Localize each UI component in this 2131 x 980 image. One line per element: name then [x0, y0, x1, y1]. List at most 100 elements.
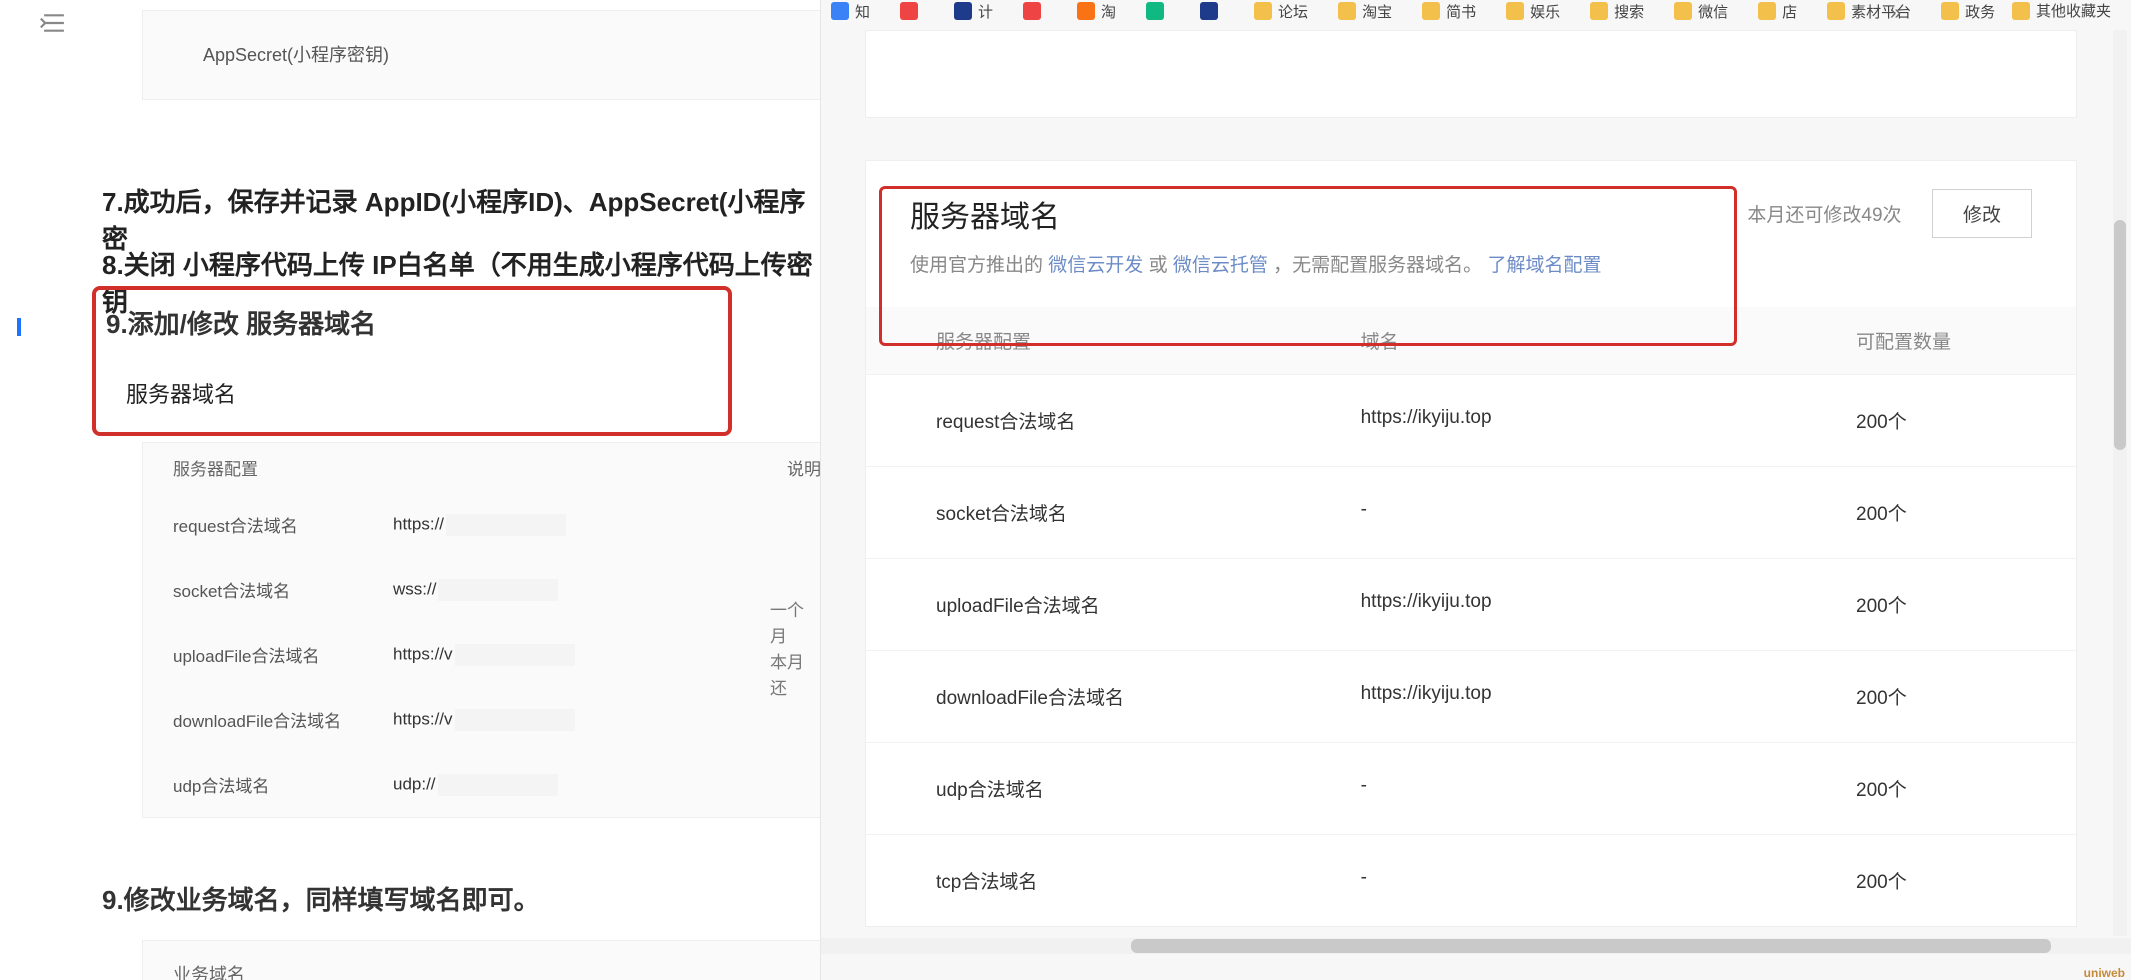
scroll-thumb[interactable] — [1131, 939, 2051, 953]
row-limit: 200个 — [1856, 867, 2006, 894]
row-name: request合法域名 — [936, 407, 1361, 434]
bookmark-item[interactable]: 简书 — [1422, 1, 1476, 22]
modify-remaining: 本月还可修改49次 — [1747, 205, 1901, 226]
biz-domain-label: 业务域名 — [173, 965, 245, 980]
scroll-thumb[interactable] — [2114, 220, 2126, 450]
row-limit: 200个 — [1856, 499, 2006, 526]
table-row: uploadFile合法域名 https://v — [143, 622, 851, 687]
table-row: request合法域名 https://ikyiju.top 200个 — [866, 374, 2076, 466]
link-wx-cloud-dev[interactable]: 微信云开发 — [1048, 255, 1143, 276]
row-name: downloadFile合法域名 — [936, 683, 1361, 710]
card-description: 使用官方推出的 微信云开发 或 微信云托管 ，无需配置服务器域名。 了解域名配置 — [866, 246, 2076, 307]
bookmark-item[interactable] — [900, 2, 924, 20]
bookmark-item[interactable] — [1200, 2, 1224, 20]
table-row: tcp合法域名 - 200个 — [866, 834, 2076, 926]
other-favorites-folder[interactable]: 其他收藏夹 — [2012, 0, 2111, 21]
bookmark-label: 微信 — [1698, 1, 1728, 22]
bookmark-item[interactable]: 娱乐 — [1506, 1, 1560, 22]
heading-9-highlight-box: 9.添加/修改 服务器域名 服务器域名 — [92, 286, 732, 436]
horizontal-scrollbar[interactable] — [821, 938, 2131, 954]
bookmark-item[interactable]: 淘宝 — [1338, 1, 1392, 22]
heading-9: 9.添加/修改 服务器域名 — [106, 304, 728, 341]
row-name: downloadFile合法域名 — [173, 707, 353, 732]
head-config: 服务器配置 — [936, 327, 1361, 354]
row-limit: 200个 — [1856, 591, 2006, 618]
blurred-value — [438, 579, 558, 601]
blurred-value — [455, 644, 575, 666]
table-row: uploadFile合法域名 https://ikyiju.top 200个 — [866, 558, 2076, 650]
bookmark-label: 店 — [1782, 1, 1797, 22]
appsecret-label: AppSecret(小程序密钥) — [203, 45, 389, 65]
bookmark-overflow-icon[interactable]: » — [1890, 2, 1901, 25]
row-name: uploadFile合法域名 — [173, 642, 353, 667]
row-name: tcp合法域名 — [936, 867, 1361, 894]
left-col-note: 说明 — [787, 455, 821, 480]
desc-prefix: 使用官方推出的 — [910, 255, 1048, 276]
row-domain: - — [1361, 867, 1856, 894]
row-prefix: wss:// — [393, 579, 436, 598]
bookmark-label: 知 — [855, 1, 870, 22]
table-row: downloadFile合法域名 https://v — [143, 687, 851, 752]
bookmark-label: 论坛 — [1278, 1, 1308, 22]
bookmark-item[interactable]: 政务 — [1941, 1, 1995, 22]
side-note-line1: 一个月 — [770, 601, 804, 646]
bookmark-item[interactable]: 搜索 — [1590, 1, 1644, 22]
vertical-scrollbar[interactable] — [2113, 30, 2127, 936]
bookmark-label: 淘 — [1101, 1, 1116, 22]
table-row: udp合法域名 udp:// — [143, 752, 851, 817]
top-blank-card — [865, 30, 2077, 118]
row-name: udp合法域名 — [173, 772, 353, 797]
desc-mid: ，无需配置服务器域名。 — [1273, 255, 1487, 276]
row-domain: https://ikyiju.top — [1361, 407, 1856, 434]
server-domain-table: 服务器配置 域名 可配置数量 request合法域名 https://ikyij… — [866, 307, 2076, 926]
blurred-value — [455, 709, 575, 731]
row-name: request合法域名 — [173, 512, 353, 537]
blurred-value — [446, 514, 566, 536]
bookmark-item[interactable]: 知 — [831, 1, 870, 22]
table-row: socket合法域名 - 200个 — [866, 466, 2076, 558]
bookmark-item[interactable]: 店 — [1758, 1, 1797, 22]
row-prefix: https:// — [393, 514, 444, 533]
row-domain: https://ikyiju.top — [1361, 591, 1856, 618]
side-note-line2: 本月还 — [770, 653, 804, 698]
appsecret-label-row: AppSecret(小程序密钥) — [142, 10, 852, 100]
heading-9-sub: 服务器域名 — [126, 377, 728, 409]
biz-domain-row: 业务域名 — [142, 940, 852, 980]
link-learn-domain[interactable]: 了解域名配置 — [1487, 255, 1601, 276]
bookmark-item[interactable] — [1146, 2, 1170, 20]
left-col-config: 服务器配置 — [173, 455, 258, 480]
bookmark-item[interactable] — [1023, 2, 1047, 20]
table-row: udp合法域名 - 200个 — [866, 742, 2076, 834]
row-domain: - — [1361, 499, 1856, 526]
row-name: socket合法域名 — [936, 499, 1361, 526]
card-title: 服务器域名 — [910, 192, 1060, 236]
section-marker — [17, 318, 21, 336]
link-wx-cloud-host[interactable]: 微信云托管 — [1173, 255, 1268, 276]
row-domain: https://ikyiju.top — [1361, 683, 1856, 710]
modify-button[interactable]: 修改 — [1932, 189, 2032, 238]
left-server-table: 服务器配置 说明 request合法域名 https:// socket合法域名… — [142, 442, 852, 818]
other-favorites-label: 其他收藏夹 — [2036, 0, 2111, 21]
row-prefix: udp:// — [393, 774, 436, 793]
bookmark-item[interactable]: 计 — [954, 1, 993, 22]
row-name: socket合法域名 — [173, 577, 353, 602]
side-note: 一个月 本月还 — [770, 598, 820, 702]
sidebar-collapse-icon[interactable] — [40, 12, 68, 34]
left-document-pane: AppSecret(小程序密钥) 7.成功后，保存并记录 AppID(小程序ID… — [0, 0, 820, 980]
bookmark-item[interactable]: 微信 — [1674, 1, 1728, 22]
row-limit: 200个 — [1856, 683, 2006, 710]
bookmark-item[interactable]: 淘 — [1077, 1, 1116, 22]
bookmark-label: 淘宝 — [1362, 1, 1392, 22]
bookmark-item[interactable]: 论坛 — [1254, 1, 1308, 22]
bookmark-bar: 知 计 淘 论坛 淘宝 简书 娱乐 搜索 微信 店 素材平台 政务 — [821, 0, 2131, 24]
bookmark-label: 简书 — [1446, 1, 1476, 22]
bookmark-label: 政务 — [1965, 1, 1995, 22]
bookmark-label: 娱乐 — [1530, 1, 1560, 22]
bookmark-label: 搜索 — [1614, 1, 1644, 22]
table-row: downloadFile合法域名 https://ikyiju.top 200个 — [866, 650, 2076, 742]
row-domain: - — [1361, 775, 1856, 802]
blurred-value — [438, 774, 558, 796]
right-browser-pane: 知 计 淘 论坛 淘宝 简书 娱乐 搜索 微信 店 素材平台 政务 » 其他收藏… — [820, 0, 2131, 980]
head-limit: 可配置数量 — [1856, 327, 2006, 354]
row-prefix: https://v — [393, 644, 453, 663]
